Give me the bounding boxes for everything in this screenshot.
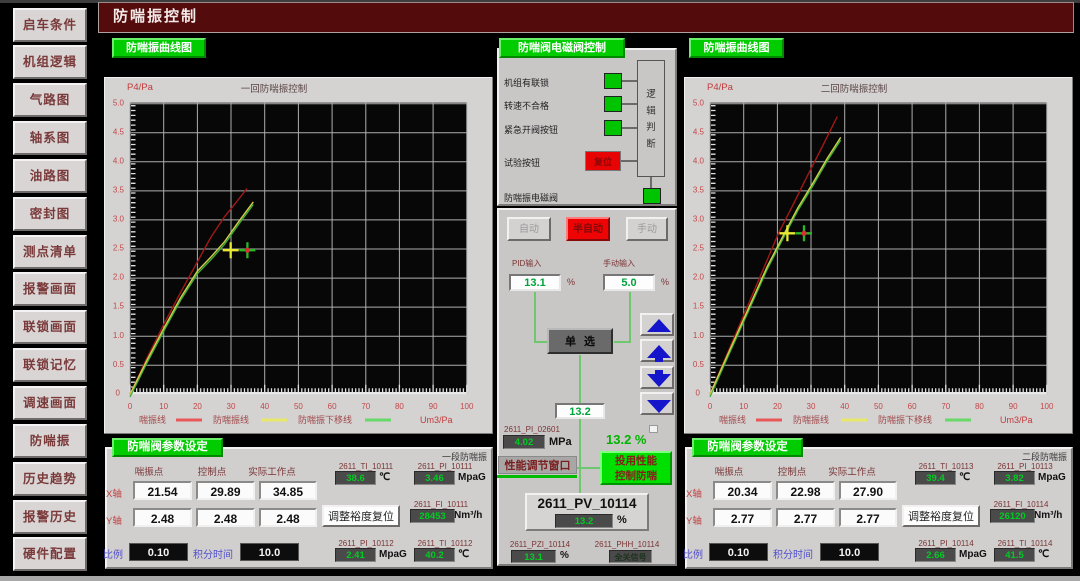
svg-text:喘振线: 喘振线: [719, 414, 746, 425]
svg-text:5.0: 5.0: [693, 98, 705, 107]
svg-text:2.5: 2.5: [113, 244, 125, 253]
svg-text:3.5: 3.5: [113, 186, 125, 195]
svg-text:0: 0: [708, 402, 713, 411]
svg-text:80: 80: [975, 402, 984, 411]
svg-text:1.0: 1.0: [113, 331, 125, 340]
svg-text:90: 90: [1009, 402, 1018, 411]
svg-text:5.0: 5.0: [113, 98, 125, 107]
svg-text:防喘振下移线: 防喘振下移线: [298, 414, 352, 425]
svg-text:4.0: 4.0: [113, 156, 125, 165]
svg-text:10: 10: [159, 402, 168, 411]
svg-text:0: 0: [696, 388, 701, 397]
svg-text:100: 100: [1040, 402, 1054, 411]
svg-text:60: 60: [328, 402, 337, 411]
svg-text:4.5: 4.5: [113, 127, 125, 136]
svg-text:50: 50: [294, 402, 303, 411]
svg-text:30: 30: [227, 402, 236, 411]
svg-text:20: 20: [773, 402, 782, 411]
svg-text:2.0: 2.0: [693, 273, 705, 282]
svg-text:3.0: 3.0: [113, 215, 125, 224]
svg-text:2.5: 2.5: [693, 244, 705, 253]
svg-text:90: 90: [429, 402, 438, 411]
svg-text:60: 60: [908, 402, 917, 411]
svg-text:1.5: 1.5: [113, 302, 125, 311]
svg-text:3.0: 3.0: [693, 215, 705, 224]
svg-text:P4/Pa: P4/Pa: [127, 82, 154, 93]
svg-text:1.5: 1.5: [693, 302, 705, 311]
svg-text:防喘振下移线: 防喘振下移线: [878, 414, 932, 425]
svg-text:防喘振线: 防喘振线: [793, 414, 829, 425]
svg-text:100: 100: [460, 402, 474, 411]
svg-text:80: 80: [395, 402, 404, 411]
svg-text:70: 70: [361, 402, 370, 411]
svg-text:40: 40: [260, 402, 269, 411]
svg-text:3.5: 3.5: [693, 186, 705, 195]
svg-text:Um3/Pa: Um3/Pa: [420, 415, 453, 425]
svg-text:70: 70: [941, 402, 950, 411]
svg-text:0: 0: [128, 402, 133, 411]
svg-text:4.5: 4.5: [693, 127, 705, 136]
svg-text:40: 40: [840, 402, 849, 411]
svg-text:喘振线: 喘振线: [139, 414, 166, 425]
svg-text:0.5: 0.5: [113, 360, 125, 369]
svg-text:2.0: 2.0: [113, 273, 125, 282]
svg-text:一回防喘振控制: 一回防喘振控制: [241, 83, 308, 95]
svg-text:20: 20: [193, 402, 202, 411]
svg-text:10: 10: [739, 402, 748, 411]
svg-text:0.5: 0.5: [693, 360, 705, 369]
svg-text:0: 0: [116, 388, 121, 397]
svg-text:防喘振线: 防喘振线: [213, 414, 249, 425]
svg-text:30: 30: [807, 402, 816, 411]
svg-text:P4/Pa: P4/Pa: [707, 82, 734, 93]
svg-text:1.0: 1.0: [693, 331, 705, 340]
svg-text:4.0: 4.0: [693, 156, 705, 165]
svg-text:50: 50: [874, 402, 883, 411]
svg-text:二回防喘振控制: 二回防喘振控制: [821, 83, 888, 95]
svg-text:Um3/Pa: Um3/Pa: [1000, 415, 1033, 425]
